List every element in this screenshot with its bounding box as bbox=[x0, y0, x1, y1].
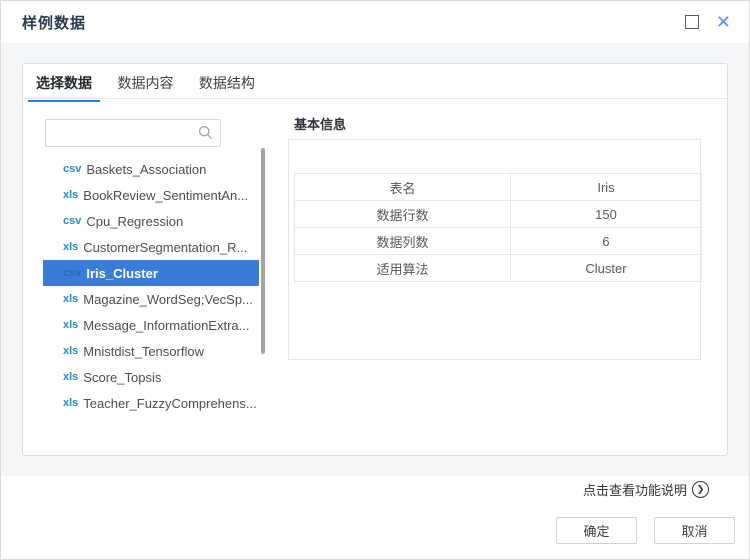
dataset-name: CustomerSegmentation_R... bbox=[83, 240, 247, 255]
dataset-name: Cpu_Regression bbox=[86, 214, 183, 229]
cancel-button[interactable]: 取消 bbox=[654, 517, 735, 544]
list-item[interactable]: xls Score_Topsis bbox=[43, 364, 259, 390]
tab-bar: 选择数据 数据内容 数据结构 bbox=[23, 64, 727, 99]
file-type-icon: xls bbox=[63, 371, 78, 383]
basic-info-panel: 表名Iris数据行数150数据列数6适用算法Cluster bbox=[288, 139, 701, 360]
file-type-icon: xls bbox=[63, 241, 78, 253]
info-label: 适用算法 bbox=[295, 255, 511, 282]
dialog-body: 选择数据 数据内容 数据结构 csv Baskets_Associationxls… bbox=[1, 43, 749, 476]
file-type-icon: xls bbox=[63, 345, 78, 357]
file-type-icon: csv bbox=[63, 215, 81, 227]
list-scrollbar[interactable] bbox=[261, 148, 265, 354]
dataset-name: Message_InformationExtra... bbox=[83, 318, 249, 333]
list-item[interactable]: xls Message_InformationExtra... bbox=[43, 312, 259, 338]
info-value: 150 bbox=[511, 201, 702, 228]
info-label: 表名 bbox=[295, 174, 511, 201]
file-type-icon: xls bbox=[63, 189, 78, 201]
list-item[interactable]: xls Mnistdist_Tensorflow bbox=[43, 338, 259, 364]
table-row: 数据行数150 bbox=[295, 201, 702, 228]
list-item[interactable]: xls Magazine_WordSeg;VecSp... bbox=[43, 286, 259, 312]
dataset-name: Score_Topsis bbox=[83, 370, 161, 385]
tab-select-data[interactable]: 选择数据 bbox=[28, 64, 100, 102]
dialog-titlebar: 样例数据 ✕ bbox=[1, 1, 749, 43]
list-item[interactable]: xls CustomerSegmentation_R... bbox=[43, 234, 259, 260]
file-type-icon: csv bbox=[63, 163, 81, 175]
info-value: Cluster bbox=[511, 255, 702, 282]
dataset-list: csv Baskets_Associationxls BookReview_Sent… bbox=[43, 156, 259, 416]
table-row: 适用算法Cluster bbox=[295, 255, 702, 282]
dataset-name: Iris_Cluster bbox=[86, 266, 158, 281]
info-value: 6 bbox=[511, 228, 702, 255]
info-label: 数据列数 bbox=[295, 228, 511, 255]
content-panel: 选择数据 数据内容 数据结构 csv Baskets_Associationxls… bbox=[22, 63, 728, 456]
search-box bbox=[45, 119, 221, 147]
basic-info-table: 表名Iris数据行数150数据列数6适用算法Cluster bbox=[294, 173, 702, 282]
search-input[interactable] bbox=[52, 121, 196, 145]
list-item[interactable]: xls BookReview_SentimentAn... bbox=[43, 182, 259, 208]
table-row: 数据列数6 bbox=[295, 228, 702, 255]
file-type-icon: xls bbox=[63, 397, 78, 409]
help-link[interactable]: 点击查看功能说明 ❯ bbox=[583, 480, 709, 499]
help-link-label: 点击查看功能说明 bbox=[583, 480, 687, 499]
list-item[interactable]: csv Baskets_Association bbox=[43, 156, 259, 182]
sample-data-dialog: 样例数据 ✕ 选择数据 数据内容 数据结构 csvBask bbox=[0, 0, 750, 560]
info-label: 数据行数 bbox=[295, 201, 511, 228]
list-item[interactable]: xls Teacher_FuzzyComprehens... bbox=[43, 390, 259, 416]
ok-button[interactable]: 确定 bbox=[556, 517, 637, 544]
file-type-icon: xls bbox=[63, 293, 78, 305]
tab-data-structure[interactable]: 数据结构 bbox=[191, 64, 263, 102]
search-icon[interactable] bbox=[198, 125, 213, 145]
chevron-right-circle-icon: ❯ bbox=[692, 481, 709, 498]
table-row: 表名Iris bbox=[295, 174, 702, 201]
tab-data-content[interactable]: 数据内容 bbox=[109, 64, 181, 102]
dataset-name: Baskets_Association bbox=[86, 162, 206, 177]
maximize-icon[interactable] bbox=[685, 15, 699, 29]
list-item[interactable]: csv Iris_Cluster bbox=[43, 260, 259, 286]
list-item[interactable]: csv Cpu_Regression bbox=[43, 208, 259, 234]
basic-info-table-body: 表名Iris数据行数150数据列数6适用算法Cluster bbox=[295, 174, 702, 282]
dataset-name: BookReview_SentimentAn... bbox=[83, 188, 248, 203]
dataset-name: Mnistdist_Tensorflow bbox=[83, 344, 204, 359]
dataset-name: Magazine_WordSeg;VecSp... bbox=[83, 292, 253, 307]
info-value: Iris bbox=[511, 174, 702, 201]
file-type-icon: csv bbox=[63, 267, 81, 279]
file-type-icon: xls bbox=[63, 319, 78, 331]
dialog-footer: 点击查看功能说明 ❯ 确定 取消 bbox=[1, 476, 749, 560]
dataset-name: Teacher_FuzzyComprehens... bbox=[83, 396, 256, 411]
dialog-title: 样例数据 bbox=[22, 12, 86, 33]
close-icon[interactable]: ✕ bbox=[716, 13, 731, 31]
window-controls: ✕ bbox=[685, 1, 731, 43]
basic-info-heading: 基本信息 bbox=[294, 114, 346, 133]
